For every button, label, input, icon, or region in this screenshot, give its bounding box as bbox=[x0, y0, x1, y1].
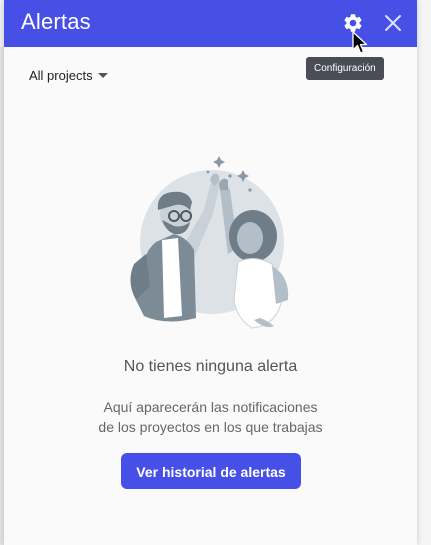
close-button[interactable] bbox=[379, 9, 407, 37]
high-five-illustration bbox=[130, 156, 289, 329]
empty-state-description-line-1: Aquí aparecerán las notificaciones bbox=[103, 399, 318, 415]
backdrop-scrollbar bbox=[416, 0, 431, 545]
alerts-panel: Alertas All projects No tienes ninguna a… bbox=[4, 0, 417, 545]
project-filter-dropdown[interactable]: All projects bbox=[29, 65, 108, 85]
settings-tooltip: Configuración bbox=[306, 57, 384, 80]
mouse-pointer-icon bbox=[352, 31, 368, 54]
caret-down-icon bbox=[97, 72, 108, 78]
view-alert-history-button[interactable]: Ver historial de alertas bbox=[121, 453, 301, 489]
empty-state-description: Aquí aparecerán las notificaciones de lo… bbox=[4, 397, 417, 437]
empty-state-title: No tienes ninguna alerta bbox=[123, 358, 298, 375]
empty-state-description-line-2: de los proyectos en los que trabajas bbox=[98, 419, 323, 435]
panel-title: Alertas bbox=[21, 9, 91, 34]
close-icon bbox=[385, 15, 401, 31]
project-filter-label: All projects bbox=[29, 67, 93, 83]
